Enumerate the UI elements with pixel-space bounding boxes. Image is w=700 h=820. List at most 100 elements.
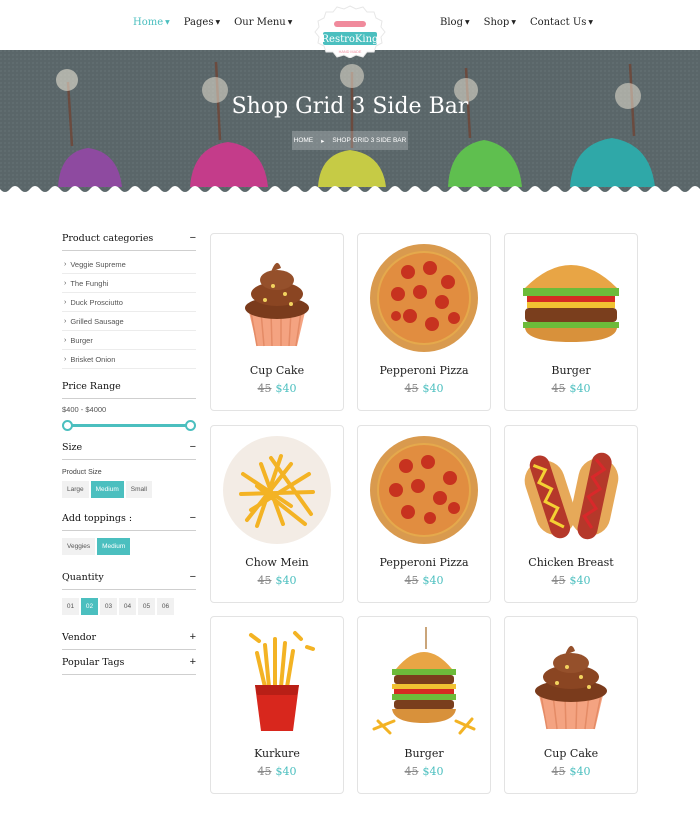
quantity-option[interactable]: 02 xyxy=(81,598,98,615)
toppings-header[interactable]: Add toppings : − xyxy=(62,512,196,531)
chevron-right-icon: › xyxy=(64,355,67,363)
price-slider-min-handle[interactable] xyxy=(62,420,73,431)
breadcrumb: HOME ▸ SHOP GRID 3 SIDE BAR xyxy=(292,131,408,150)
nav-item-blog[interactable]: Blog ▼ xyxy=(440,17,470,28)
category-item[interactable]: › Duck Prosciutto xyxy=(62,293,196,312)
product-name[interactable]: Pepperoni Pizza xyxy=(358,364,490,377)
product-price: 45 $40 xyxy=(211,765,343,778)
expand-icon[interactable]: + xyxy=(190,656,196,668)
product-card[interactable]: Cup Cake 45 $40 xyxy=(210,233,344,411)
product-price: 45 $40 xyxy=(505,765,637,778)
quantity-header[interactable]: Quantity − xyxy=(62,571,196,590)
collapse-icon[interactable]: − xyxy=(190,571,196,583)
old-price: 45 xyxy=(404,382,419,395)
hero-wave-bottom xyxy=(0,186,700,193)
chevron-down-icon: ▼ xyxy=(287,19,293,26)
size-option[interactable]: Large xyxy=(62,481,89,498)
page-title: Shop Grid 3 Side Bar xyxy=(231,94,469,119)
product-name[interactable]: Burger xyxy=(505,364,637,377)
product-card[interactable]: Chicken Breast 45 $40 xyxy=(504,425,638,603)
collapse-icon[interactable]: − xyxy=(190,232,196,244)
chevron-right-icon: › xyxy=(64,336,67,344)
quantity-option[interactable]: 04 xyxy=(119,598,136,615)
size-option[interactable]: Medium xyxy=(90,481,124,498)
product-card[interactable]: Pepperoni Pizza 45 $40 xyxy=(357,425,491,603)
expand-icon[interactable]: + xyxy=(190,631,196,643)
price-slider-max-handle[interactable] xyxy=(185,420,196,431)
product-card[interactable]: Kurkure 45 $40 xyxy=(210,616,344,794)
hotdog-icon xyxy=(524,452,619,540)
sidebar: Product categories − › Veggie Supreme › Th… xyxy=(62,232,196,675)
vendor-header[interactable]: Vendor + xyxy=(62,631,196,650)
nav-item-contact-us[interactable]: Contact Us ▼ xyxy=(530,17,593,28)
category-item[interactable]: › Brisket Onion xyxy=(62,350,196,369)
old-price: 45 xyxy=(404,574,419,587)
quantity-option[interactable]: 03 xyxy=(100,598,117,615)
chevron-right-icon: › xyxy=(64,279,67,287)
chevron-down-icon: ▼ xyxy=(464,19,470,26)
topping-option[interactable]: Veggies xyxy=(62,538,96,555)
quantity-options: 01 02 03 04 05 06 xyxy=(62,598,196,615)
nav-item-pages[interactable]: Pages ▼ xyxy=(184,17,220,28)
chevron-down-icon: ▼ xyxy=(215,19,221,26)
product-price: 45 $40 xyxy=(211,382,343,395)
nav-item-our-menu[interactable]: Our Menu ▼ xyxy=(234,17,292,28)
product-name[interactable]: Chicken Breast xyxy=(505,556,637,569)
vendor-title: Vendor xyxy=(62,631,97,643)
quantity-option[interactable]: 01 xyxy=(62,598,79,615)
categories-title: Product categories xyxy=(62,232,154,244)
cupcake-icon xyxy=(535,645,607,730)
breadcrumb-home[interactable]: HOME xyxy=(294,137,314,144)
product-name[interactable]: Kurkure xyxy=(211,747,343,760)
fries-box-icon xyxy=(249,631,315,731)
quantity-option[interactable]: 06 xyxy=(157,598,174,615)
product-card[interactable]: Chow Mein 45 $40 xyxy=(210,425,344,603)
breadcrumb-current: SHOP GRID 3 SIDE BAR xyxy=(332,137,407,144)
category-item[interactable]: › Veggie Supreme xyxy=(62,255,196,274)
topping-option[interactable]: Medium xyxy=(97,538,131,555)
product-name[interactable]: Cup Cake xyxy=(211,364,343,377)
size-option[interactable]: Small xyxy=(125,481,153,498)
category-list: › Veggie Supreme › The Funghi › Duck Prosci… xyxy=(62,255,196,369)
nav-item-shop[interactable]: Shop ▼ xyxy=(484,17,516,28)
tall-burger-icon xyxy=(372,627,476,735)
product-name[interactable]: Burger xyxy=(358,747,490,760)
category-item[interactable]: › The Funghi xyxy=(62,274,196,293)
size-header[interactable]: Size − xyxy=(62,441,196,460)
category-item[interactable]: › Burger xyxy=(62,331,196,350)
categories-header[interactable]: Product categories − xyxy=(62,232,196,251)
product-card[interactable]: Burger 45 $40 xyxy=(504,233,638,411)
chevron-down-icon: ▼ xyxy=(511,19,516,26)
sale-price: $40 xyxy=(275,382,297,395)
quantity-title: Quantity xyxy=(62,571,104,583)
category-item[interactable]: › Grilled Sausage xyxy=(62,312,196,331)
sale-price: $40 xyxy=(422,765,444,778)
chevron-right-icon: › xyxy=(64,260,67,268)
product-card[interactable]: Pepperoni Pizza 45 $40 xyxy=(357,233,491,411)
pizza-icon xyxy=(370,244,478,352)
product-name[interactable]: Cup Cake xyxy=(505,747,637,760)
collapse-icon[interactable]: − xyxy=(190,441,196,453)
size-title: Size xyxy=(62,441,83,453)
nav-item-home[interactable]: Home ▼ xyxy=(133,17,170,28)
collapse-icon[interactable]: − xyxy=(190,512,196,524)
chevron-right-icon: › xyxy=(64,317,67,325)
product-card[interactable]: Cup Cake 45 $40 xyxy=(504,616,638,794)
price-range-value: $400 - $4000 xyxy=(62,405,107,414)
old-price: 45 xyxy=(257,382,272,395)
price-slider[interactable] xyxy=(62,419,196,433)
price-header[interactable]: Price Range xyxy=(62,381,196,399)
product-price: 45 $40 xyxy=(505,382,637,395)
quantity-option[interactable]: 05 xyxy=(138,598,155,615)
product-card[interactable]: Burger 45 $40 xyxy=(357,616,491,794)
logo-tagline: HAND MADE xyxy=(339,50,362,54)
sale-price: $40 xyxy=(569,574,591,587)
product-name[interactable]: Pepperoni Pizza xyxy=(358,556,490,569)
size-options: Large Medium Small xyxy=(62,481,196,498)
site-logo[interactable]: RestroKing HAND MADE xyxy=(309,4,391,59)
tags-header[interactable]: Popular Tags + xyxy=(62,656,196,675)
product-price: 45 $40 xyxy=(211,574,343,587)
product-price: 45 $40 xyxy=(358,574,490,587)
product-name[interactable]: Chow Mein xyxy=(211,556,343,569)
old-price: 45 xyxy=(551,382,566,395)
